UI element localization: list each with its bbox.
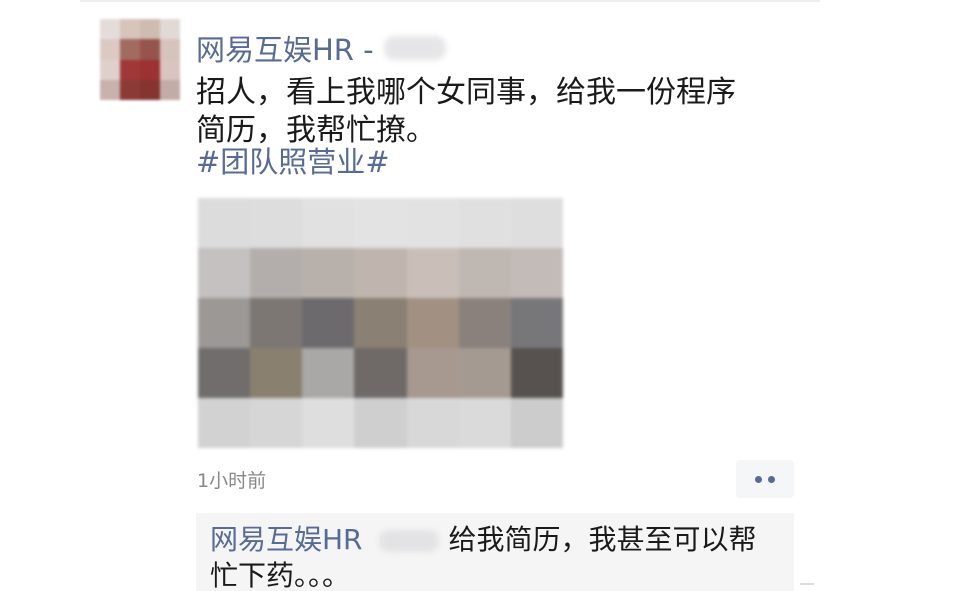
redacted-name-blur	[383, 36, 446, 60]
photo-mosaic-pixel	[250, 348, 303, 398]
photo-mosaic-pixel	[406, 248, 459, 298]
photo-mosaic-pixel	[302, 348, 355, 398]
avatar-mosaic-pixel	[140, 19, 160, 40]
avatar[interactable]	[100, 19, 180, 100]
comment-text-part-2: 忙下药。。。	[210, 559, 351, 591]
avatar-mosaic-pixel	[160, 59, 180, 80]
avatar-mosaic-pixel	[100, 79, 120, 100]
avatar-mosaic-pixel	[120, 39, 140, 60]
moments-post-view: 网易互娱HR - 招人，看上我哪个女同事，给我一份程序 简历，我帮忙撩。 #团队…	[0, 0, 959, 591]
avatar-mosaic-pixel	[100, 39, 120, 60]
post-text-line-1: 招人，看上我哪个女同事，给我一份程序	[196, 75, 736, 110]
photo-mosaic-pixel	[406, 348, 459, 398]
post-author[interactable]: 网易互娱HR -	[196, 28, 446, 68]
photo-mosaic-pixel	[302, 198, 355, 248]
top-divider	[80, 0, 820, 2]
photo-mosaic-pixel	[250, 398, 303, 448]
photo-mosaic-pixel	[198, 348, 251, 398]
avatar-mosaic-pixel	[140, 59, 160, 80]
comment-line-1: 网易互娱HR 给我简历，我甚至可以帮	[210, 522, 780, 558]
photo-mosaic-pixel	[406, 198, 459, 248]
more-dot-icon	[768, 475, 775, 483]
more-options-button[interactable]	[736, 460, 794, 498]
more-dot-icon	[755, 475, 762, 483]
avatar-mosaic-pixel	[120, 59, 140, 80]
avatar-mosaic-pixel	[160, 79, 180, 100]
photo-mosaic-pixel	[198, 398, 251, 448]
post-author-name[interactable]: 网易互娱HR -	[196, 27, 374, 69]
photo-mosaic-pixel	[198, 248, 251, 298]
photo-mosaic-pixel	[510, 348, 563, 398]
avatar-mosaic-pixel	[120, 79, 140, 100]
avatar-mosaic-pixel	[140, 39, 160, 60]
photo-mosaic-pixel	[458, 298, 511, 348]
avatar-mosaic-pixel	[100, 19, 120, 40]
bottom-edge-divider	[800, 583, 814, 585]
photo-mosaic-pixel	[302, 298, 355, 348]
photo-mosaic-pixel	[510, 398, 563, 448]
photo-mosaic-pixel	[510, 198, 563, 248]
photo-mosaic-pixel	[406, 398, 459, 448]
post-photo-pixelated[interactable]	[198, 198, 563, 448]
photo-mosaic-pixel	[354, 198, 407, 248]
photo-mosaic-pixel	[198, 198, 251, 248]
avatar-mosaic-pixel	[140, 79, 160, 100]
photo-mosaic-pixel	[406, 298, 459, 348]
redacted-name-blur	[378, 530, 439, 552]
avatar-mosaic-pixel	[160, 19, 180, 40]
photo-mosaic-pixel	[250, 248, 303, 298]
photo-mosaic-pixel	[354, 298, 407, 348]
photo-mosaic-pixel	[354, 348, 407, 398]
post-hashtag[interactable]: #团队照营业#	[196, 143, 390, 181]
photo-mosaic-pixel	[250, 198, 303, 248]
photo-mosaic-pixel	[458, 348, 511, 398]
photo-mosaic-pixel	[302, 398, 355, 448]
photo-mosaic-pixel	[458, 198, 511, 248]
photo-mosaic-pixel	[510, 248, 563, 298]
post-timestamp: 1小时前	[197, 470, 267, 492]
photo-mosaic-pixel	[354, 248, 407, 298]
comment-item[interactable]: 网易互娱HR 给我简历，我甚至可以帮 忙下药。。。	[210, 522, 780, 591]
photo-mosaic-pixel	[250, 298, 303, 348]
photo-mosaic-pixel	[458, 248, 511, 298]
comment-section: 网易互娱HR 给我简历，我甚至可以帮 忙下药。。。	[196, 513, 794, 591]
photo-mosaic-pixel	[510, 298, 563, 348]
avatar-mosaic-pixel	[160, 39, 180, 60]
photo-mosaic-pixel	[302, 248, 355, 298]
photo-mosaic-pixel	[458, 398, 511, 448]
comment-author[interactable]: 网易互娱HR	[210, 523, 363, 556]
avatar-mosaic-pixel	[100, 59, 120, 80]
photo-mosaic-pixel	[354, 398, 407, 448]
avatar-mosaic-pixel	[120, 19, 140, 40]
photo-mosaic-pixel	[198, 298, 251, 348]
comment-text-part-1: 给我简历，我甚至可以帮	[448, 523, 757, 556]
post-text: 招人，看上我哪个女同事，给我一份程序 简历，我帮忙撩。	[196, 74, 796, 150]
